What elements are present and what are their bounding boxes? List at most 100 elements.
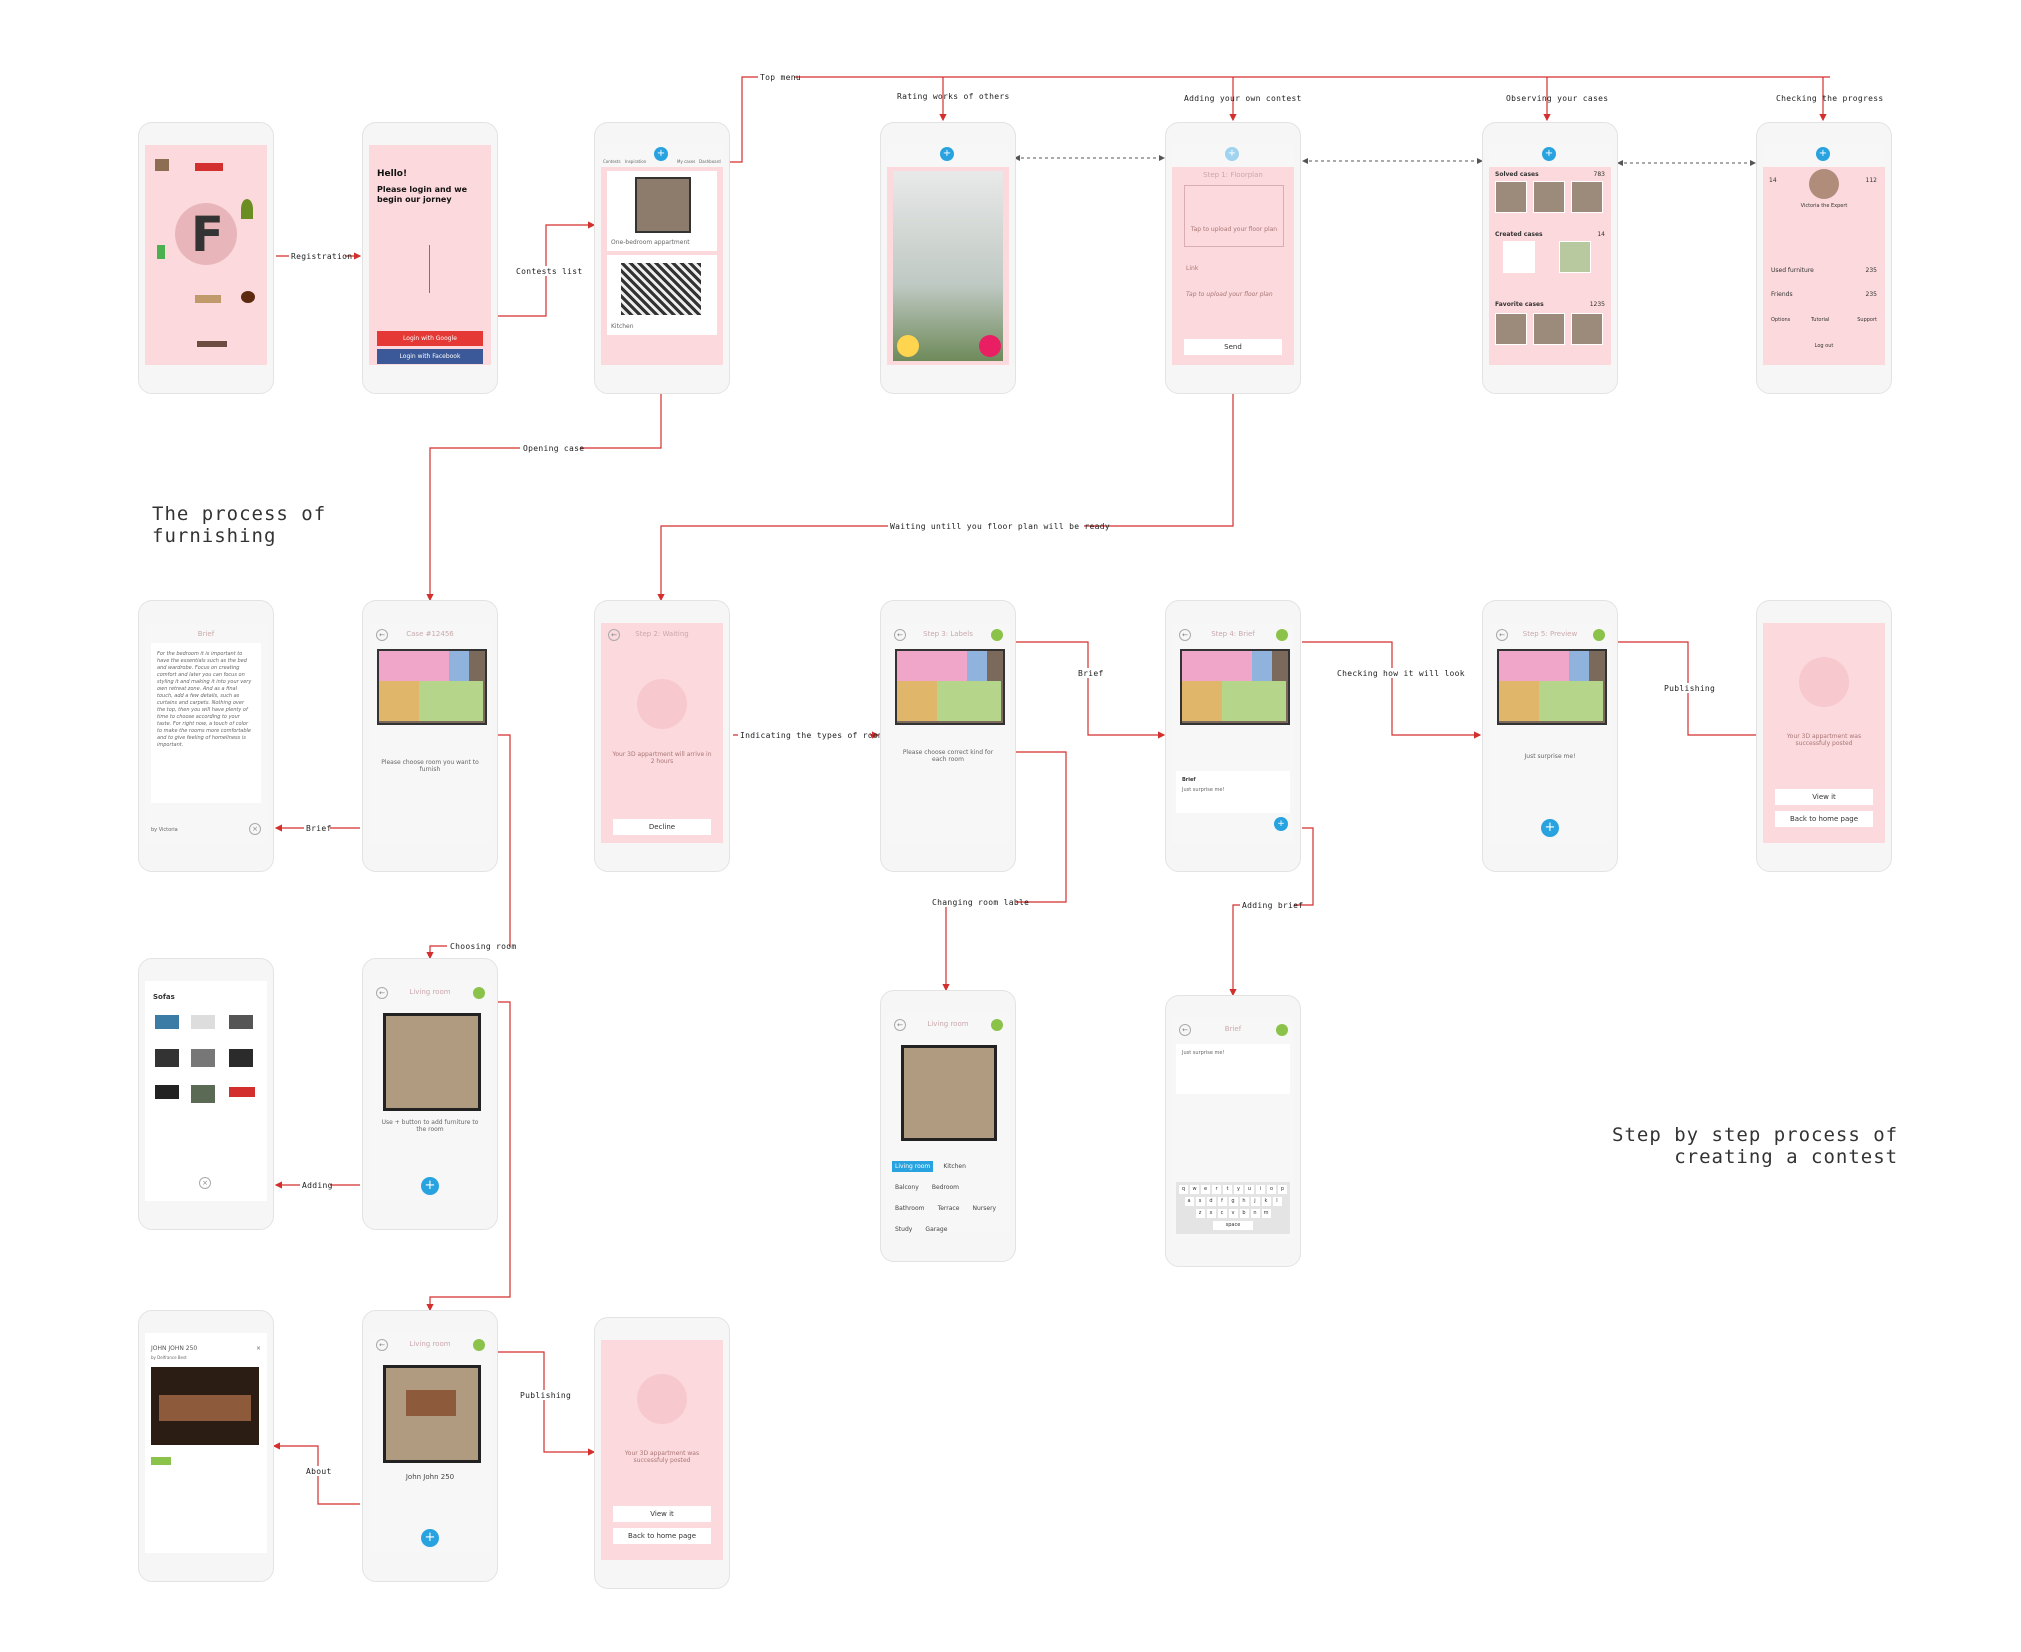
heart-icon[interactable] [979,335,1001,357]
chip-living-room[interactable]: Living room [892,1161,934,1172]
back-home-button[interactable]: Back to home page [613,1528,711,1544]
confirm-icon[interactable] [991,629,1003,641]
room-bathroom[interactable] [967,651,987,681]
furniture-item[interactable] [155,1049,179,1067]
furniture-item[interactable] [229,1015,253,1029]
options-button[interactable]: Options [1771,317,1790,323]
tab-dashboard[interactable]: Dashboard [699,159,721,164]
close-icon[interactable]: × [256,1345,261,1352]
keyboard-key[interactable]: b [1239,1209,1249,1218]
contest-card-1[interactable]: One-bedroom appartment [607,171,717,251]
chip-garage[interactable]: Garage [922,1224,950,1233]
keyboard[interactable]: qwertyuiop asdfghjkl zxcvbnm space [1176,1182,1290,1234]
tutorial-button[interactable]: Tutorial [1811,317,1829,323]
decline-button[interactable]: Decline [613,819,711,835]
chip-nursery[interactable]: Nursery [970,1203,1000,1214]
sad-face-icon[interactable] [897,335,919,357]
floor-plan[interactable] [377,649,487,725]
floor-plan[interactable] [1180,649,1290,725]
add-icon[interactable]: + [940,147,954,161]
keyboard-key[interactable]: i [1256,1185,1265,1194]
add-icon[interactable]: + [1541,819,1559,837]
room-plan[interactable] [383,1013,481,1111]
keyboard-key[interactable]: s [1195,1197,1205,1206]
confirm-icon[interactable] [991,1019,1003,1031]
upload-area[interactable]: Tap to upload your floor plan [1184,185,1284,247]
room-bathroom[interactable] [449,651,469,681]
add-icon[interactable]: + [1816,147,1830,161]
login-google-button[interactable]: Login with Google [377,331,483,346]
furniture-item[interactable] [191,1085,215,1103]
add-icon[interactable]: + [421,1529,439,1547]
tab-inspiration[interactable]: Inspiration [625,159,646,164]
keyboard-key[interactable]: w [1190,1185,1199,1194]
keyboard-key[interactable]: t [1223,1185,1232,1194]
keyboard-key[interactable]: u [1245,1185,1254,1194]
keyboard-key[interactable]: v [1228,1209,1238,1218]
chip-kitchen[interactable]: Kitchen [940,1161,969,1172]
room-bedroom[interactable] [897,651,967,681]
room-living[interactable] [897,681,937,721]
tab-my-cases[interactable]: My cases [677,159,695,164]
chip-terrace[interactable]: Terrace [935,1203,963,1214]
view-it-button[interactable]: View it [1775,789,1873,805]
chip-balcony[interactable]: Balcony [892,1182,922,1193]
keyboard-key[interactable]: z [1195,1209,1205,1218]
case-thumb[interactable] [1495,313,1527,345]
furniture-item[interactable] [229,1087,255,1097]
case-thumb[interactable] [1503,241,1535,273]
confirm-icon[interactable] [1276,629,1288,641]
tab-contests[interactable]: Contests [603,159,621,164]
room-bedroom[interactable] [379,651,449,681]
keyboard-key[interactable]: q [1179,1185,1188,1194]
keyboard-key[interactable]: r [1212,1185,1221,1194]
keyboard-key[interactable]: e [1201,1185,1210,1194]
case-thumb[interactable] [1533,313,1565,345]
confirm-icon[interactable] [473,1339,485,1351]
case-thumb[interactable] [1533,181,1565,213]
room-kitchen[interactable] [1539,681,1603,721]
confirm-icon[interactable] [1276,1024,1288,1036]
keyboard-key[interactable]: p [1278,1185,1287,1194]
room-bedroom[interactable] [1499,651,1569,681]
keyboard-key[interactable]: f [1217,1197,1227,1206]
keyboard-key[interactable]: x [1206,1209,1216,1218]
room-kitchen[interactable] [937,681,1001,721]
furniture-item[interactable] [191,1015,215,1029]
room-plan[interactable] [901,1045,997,1141]
add-icon[interactable]: + [1225,147,1239,161]
furniture-item[interactable] [155,1015,179,1029]
furniture-item[interactable] [155,1085,179,1099]
keyboard-key[interactable]: o [1267,1185,1276,1194]
room-kitchen[interactable] [419,681,483,721]
keyboard-key[interactable]: k [1261,1197,1271,1206]
furniture-item[interactable] [229,1049,253,1067]
chip-bedroom[interactable]: Bedroom [929,1182,962,1193]
brief-popup[interactable]: Brief Just surprise me! [1176,771,1290,813]
case-thumb[interactable] [1495,181,1527,213]
login-facebook-button[interactable]: Login with Facebook [377,349,483,364]
floor-plan[interactable] [895,649,1005,725]
confirm-icon[interactable] [473,987,485,999]
room-plan[interactable] [383,1365,481,1463]
close-icon[interactable]: × [199,1177,211,1189]
keyboard-key[interactable]: y [1234,1185,1243,1194]
keyboard-key[interactable]: a [1184,1197,1194,1206]
keyboard-key[interactable]: n [1250,1209,1260,1218]
back-home-button[interactable]: Back to home page [1775,811,1873,827]
logout-button[interactable]: Log out [1763,343,1885,349]
keyboard-key[interactable]: j [1250,1197,1260,1206]
support-button[interactable]: Support [1857,317,1877,323]
room-living[interactable] [1499,681,1539,721]
confirm-icon[interactable] [1593,629,1605,641]
room-bedroom[interactable] [1182,651,1252,681]
floor-plan[interactable] [1497,649,1607,725]
room-living[interactable] [1182,681,1222,721]
brief-input[interactable]: Just surprise me! [1176,1044,1290,1094]
room-kitchen[interactable] [1222,681,1286,721]
furniture-item[interactable] [191,1049,215,1067]
keyboard-key[interactable]: h [1239,1197,1249,1206]
placed-sofa[interactable] [406,1390,456,1416]
send-button[interactable]: Send [1184,339,1282,355]
link-field[interactable]: Link [1186,265,1198,272]
